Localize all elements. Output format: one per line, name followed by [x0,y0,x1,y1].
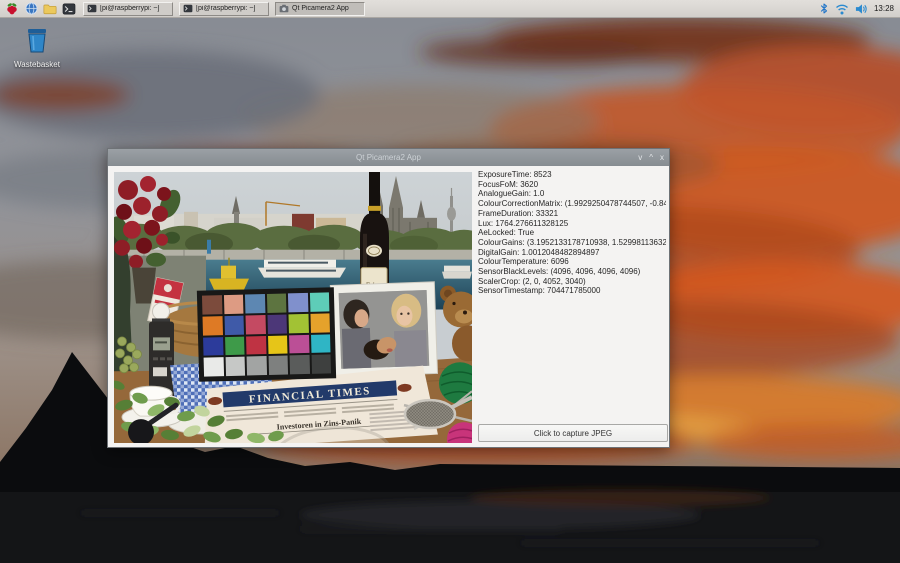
color-checker-patch [204,357,224,376]
color-checker-patch [223,295,243,314]
color-checker-patch [310,313,330,332]
color-checker-patch [311,334,331,353]
wifi-icon[interactable] [835,3,849,15]
color-checker [197,287,336,382]
color-checker-patch [289,334,309,353]
color-checker-patch [268,335,288,354]
color-checker-patch [268,356,288,375]
color-checker-patch [224,315,244,334]
maximize-button[interactable]: ^ [649,154,653,162]
color-checker-patch [309,292,329,311]
color-checker-patch [245,294,265,313]
metadata-line: ScalerCrop: (2, 0, 4052, 3040) [478,277,666,287]
cruise-boat [258,260,346,278]
capture-jpeg-button[interactable]: Click to capture JPEG [478,424,668,442]
clock[interactable]: 13:28 [874,4,894,13]
color-checker-patch [203,337,223,356]
terminal-icon [87,4,97,13]
color-checker-patch [245,315,265,334]
volume-icon[interactable] [855,3,868,15]
terminal-icon [183,4,193,13]
metadata-line: FrameDuration: 33321 [478,209,666,219]
taskbar: [pi@raspberrypi: ~] [pi@raspberrypi: ~] … [0,0,900,18]
metadata-line: SensorBlackLevels: (4096, 4096, 4096, 40… [478,267,666,277]
terminal-launcher-icon[interactable] [61,1,77,17]
camera-preview: Erben [114,172,472,443]
wastebasket-icon [24,26,50,54]
wastebasket-label: Wastebasket [6,60,68,69]
bluetooth-icon[interactable] [819,2,829,15]
raspberry-menu-icon[interactable] [4,1,20,17]
file-manager-icon[interactable] [42,1,58,17]
metadata-line: AeLocked: True [478,228,666,238]
window-body: Erben [108,166,669,448]
wastebasket-desktop-icon[interactable]: Wastebasket [6,26,68,69]
minimize-button[interactable]: v [638,154,642,162]
taskbar-window-terminal-1[interactable]: [pi@raspberrypi: ~] [83,2,173,16]
taskbar-window-terminal-2[interactable]: [pi@raspberrypi: ~] [179,2,269,16]
color-checker-patch [290,355,310,374]
small-boat [442,266,472,279]
color-checker-patch [225,357,245,376]
metadata-line: ColourCorrectionMatrix: (1.9929250478744… [478,199,666,209]
metadata-line: ExposureTime: 8523 [478,170,666,180]
taskbar-window-label: Qt Picamera2 App [292,5,349,12]
color-checker-patch [202,295,222,314]
teddy-bear [440,286,472,362]
system-tray: 13:28 [819,2,896,15]
window-titlebar[interactable]: Qt Picamera2 App v ^ x [108,149,669,166]
color-checker-patch [203,316,223,335]
color-checker-patch [225,336,245,355]
web-browser-icon[interactable] [23,1,39,17]
color-checker-patch [246,336,266,355]
metadata-line: SensorTimestamp: 704471785000 [478,286,666,296]
window-title: Qt Picamera2 App [356,153,421,162]
color-checker-patch [266,293,286,312]
photo-frame [330,282,437,377]
metadata-line: ColourGains: (3.1952133178710938, 1.5299… [478,238,666,248]
metadata-panel: ExposureTime: 8523FocusFoM: 3620Analogue… [478,170,666,410]
picamera2-window: Qt Picamera2 App v ^ x [107,148,670,448]
metadata-line: FocusFoM: 3620 [478,180,666,190]
taskbar-window-label: [pi@raspberrypi: ~] [100,5,159,12]
metadata-line: DigitalGain: 1.0012048482894897 [478,248,666,258]
color-checker-patch [267,314,287,333]
taskbar-window-label: [pi@raspberrypi: ~] [196,5,255,12]
color-checker-patch [247,356,267,375]
metadata-line: AnalogueGain: 1.0 [478,189,666,199]
color-checker-patch [288,314,308,333]
color-checker-patch [288,293,308,312]
metadata-line: ColourTemperature: 6096 [478,257,666,267]
metadata-line: Lux: 1764.276611328125 [478,219,666,229]
close-button[interactable]: x [660,154,664,162]
taskbar-window-picamera[interactable]: Qt Picamera2 App [275,2,365,16]
camera-icon [279,4,289,13]
color-checker-patch [311,355,331,374]
